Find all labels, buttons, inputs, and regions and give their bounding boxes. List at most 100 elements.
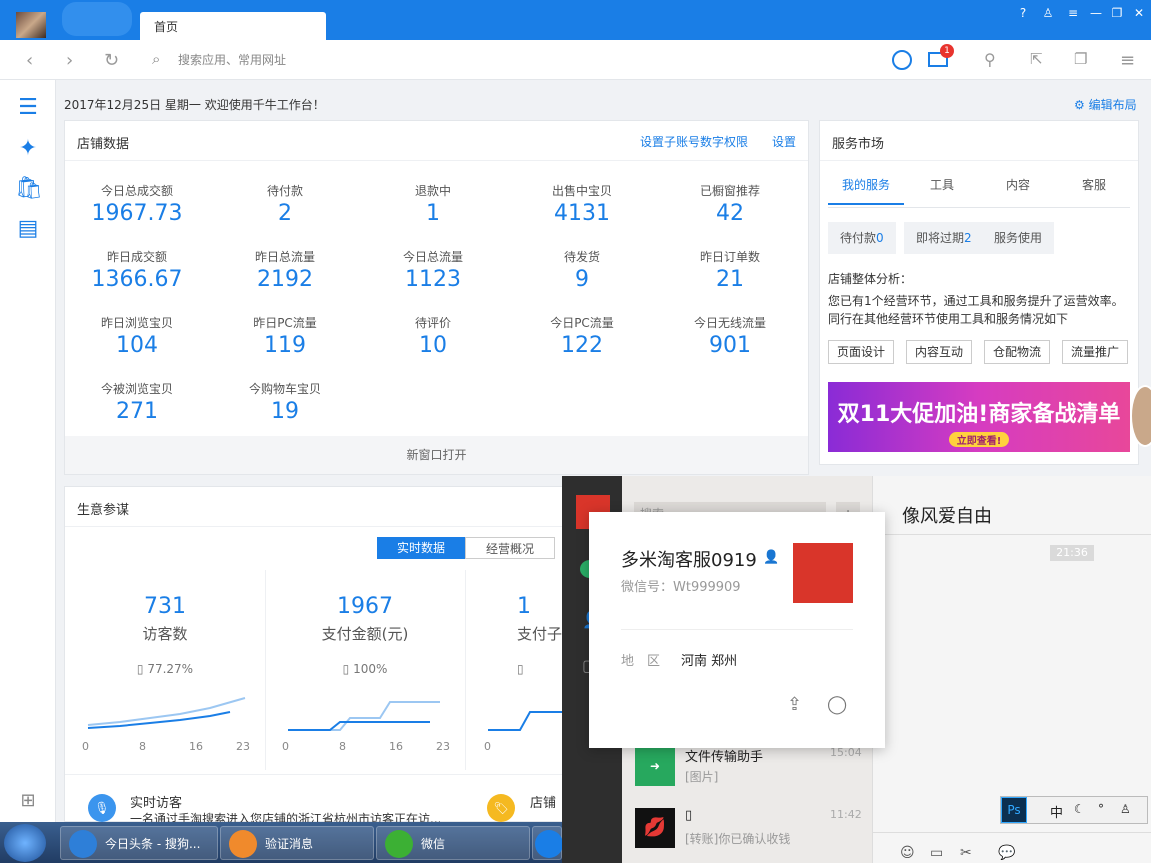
mail-badge: 1	[940, 44, 954, 58]
trend-yesterday	[288, 701, 440, 731]
metric-label: 支付金额(元)	[321, 625, 409, 643]
shirt-icon[interactable]: ♙	[1120, 802, 1131, 816]
search-input[interactable]: 搜索应用、常用网址	[150, 48, 650, 72]
refresh-icon[interactable]: ↻	[104, 50, 119, 71]
help-icon[interactable]: ?	[1014, 6, 1032, 22]
menu-icon[interactable]: ≡	[1064, 6, 1082, 22]
axis-tick: 16	[389, 740, 403, 753]
window-icon[interactable]: ❐	[1074, 50, 1087, 68]
tag-logistics[interactable]: 仓配物流	[984, 340, 1051, 364]
edit-layout-label: 编辑布局	[1088, 98, 1137, 112]
list-item[interactable]: 💋 ▯ [转账]你已确认收钱 11:42	[622, 796, 872, 856]
tag-content-interaction[interactable]: 内容互动	[906, 340, 973, 364]
card-icon[interactable]: ▤	[15, 216, 41, 242]
stat-value: 119	[264, 333, 306, 358]
service-usage-button[interactable]: 服务使用	[982, 222, 1055, 254]
expiring-button[interactable]: 即将过期2	[904, 222, 984, 254]
stat-item[interactable]: 今日总成交额 1967.73	[62, 182, 212, 226]
star-icon[interactable]: ✦	[15, 136, 41, 162]
stat-item[interactable]: 昨日浏览宝贝 104	[62, 314, 212, 358]
stat-item[interactable]: 待评价 10	[358, 314, 508, 358]
stat-item[interactable]: 昨日订单数 21	[655, 248, 805, 292]
tab-customer-service[interactable]: 客服	[1056, 176, 1132, 203]
settings-link[interactable]: 设置	[772, 133, 796, 150]
task-verify[interactable]: 验证消息	[220, 826, 374, 860]
chat-header-divider	[872, 534, 1151, 535]
stat-item[interactable]: 昨日成交额 1366.67	[62, 248, 212, 292]
stat-item[interactable]: 今日PC流量 122	[507, 314, 657, 358]
expiring-label: 即将过期	[916, 231, 965, 245]
tab-tools[interactable]: 工具	[904, 176, 980, 203]
more-menu-icon[interactable]: ≡	[1120, 50, 1135, 71]
stat-item[interactable]: 昨日总流量 2192	[210, 248, 360, 292]
task-toutiao[interactable]: 今日头条 - 搜狗...	[60, 826, 218, 860]
realtime-data-tab[interactable]: 实时数据	[377, 537, 465, 559]
promo-banner[interactable]: 双11大促加油!商家备战清单 立即查看!	[828, 382, 1130, 452]
chat-preview: [图片]	[685, 770, 719, 784]
folder-icon[interactable]: ▭	[930, 845, 943, 861]
moon-icon[interactable]: ☾	[1074, 802, 1085, 816]
maximize-icon[interactable]: ❐	[1108, 6, 1126, 22]
photoshop-icon[interactable]: Ps	[1001, 797, 1027, 823]
stat-item[interactable]: 已橱窗推荐 42	[655, 182, 805, 226]
chat-preview: [转账]你已确认收钱	[685, 832, 791, 846]
pin-icon[interactable]: ⚲	[984, 50, 996, 69]
axis-tick: 23	[236, 740, 250, 753]
banner-cta[interactable]: 立即查看!	[949, 432, 1009, 447]
axis-tick: 0	[484, 740, 491, 753]
assistant-icon[interactable]	[892, 50, 912, 70]
open-new-window-link[interactable]: 新窗口打开	[65, 436, 808, 474]
edit-layout-link[interactable]: ⚙ 编辑布局	[1074, 96, 1137, 113]
popout-icon[interactable]: ⇱	[1030, 50, 1043, 68]
stat-item[interactable]: 待付款 2	[210, 182, 360, 226]
message-icon[interactable]: ◯	[827, 694, 847, 715]
tag-traffic[interactable]: 流量推广	[1062, 340, 1129, 364]
tab-my-services[interactable]: 我的服务	[828, 176, 904, 205]
browser-icon	[69, 830, 97, 858]
tab-content[interactable]: 内容	[980, 176, 1056, 203]
stat-item[interactable]: 今购物车宝贝 19	[210, 380, 360, 424]
tab-home[interactable]: 首页	[140, 12, 326, 40]
gear-icon: ⚙	[1074, 98, 1085, 112]
stat-label: 今日PC流量	[550, 316, 614, 330]
stat-label: 今日总成交额	[100, 184, 173, 198]
skin-icon[interactable]: ♙	[1039, 6, 1057, 22]
stat-value: 1	[426, 201, 440, 226]
stat-item[interactable]: 出售中宝贝 4131	[507, 182, 657, 226]
apps-icon[interactable]: ⊞	[15, 790, 41, 816]
close-icon[interactable]: ✕	[1130, 6, 1148, 22]
tab-home-label: 首页	[154, 20, 179, 34]
back-icon[interactable]: ‹	[26, 50, 33, 71]
pending-payment-button[interactable]: 待付款0	[828, 222, 896, 254]
chat-bubble-icon[interactable]: 💬	[998, 845, 1015, 861]
task-other[interactable]	[532, 826, 563, 860]
task-wechat[interactable]: 微信	[376, 826, 530, 860]
stat-item[interactable]: 今日总流量 1123	[358, 248, 508, 292]
stat-item[interactable]: 退款中 1	[358, 182, 508, 226]
stat-item[interactable]: 昨日PC流量 119	[210, 314, 360, 358]
overview-tab[interactable]: 经营概况	[465, 537, 555, 559]
input-divider	[872, 832, 1151, 833]
stat-item[interactable]: 今日无线流量 901	[655, 314, 805, 358]
share-icon[interactable]: ⇪	[787, 694, 802, 715]
scissors-icon[interactable]: ✂	[960, 845, 972, 861]
metric-pct: ▯ 100%	[265, 662, 465, 676]
stat-item[interactable]: 待发货 9	[507, 248, 657, 292]
pending-count: 0	[876, 231, 884, 245]
shopping-bag-icon[interactable]: 🛍	[15, 176, 43, 202]
tag-page-design[interactable]: 页面设计	[828, 340, 895, 364]
contact-avatar[interactable]	[793, 543, 853, 603]
punct-icon[interactable]: °	[1098, 802, 1104, 816]
start-button[interactable]	[4, 824, 46, 862]
ime-mode[interactable]: 中	[1050, 802, 1063, 821]
stat-item[interactable]: 今被浏览宝贝 271	[62, 380, 212, 424]
axis-tick: 0	[282, 740, 289, 753]
stat-label: 已橱窗推荐	[699, 184, 760, 198]
list-icon[interactable]: ☰	[15, 95, 41, 121]
emoji-icon[interactable]: ☺	[900, 845, 915, 861]
metric-pct: ▯ 77.27%	[65, 662, 265, 676]
permissions-link[interactable]: 设置子账号数字权限	[640, 133, 748, 150]
user-avatar[interactable]	[16, 12, 46, 38]
forward-icon[interactable]: ›	[66, 50, 73, 71]
minimize-icon[interactable]: —	[1087, 6, 1105, 22]
